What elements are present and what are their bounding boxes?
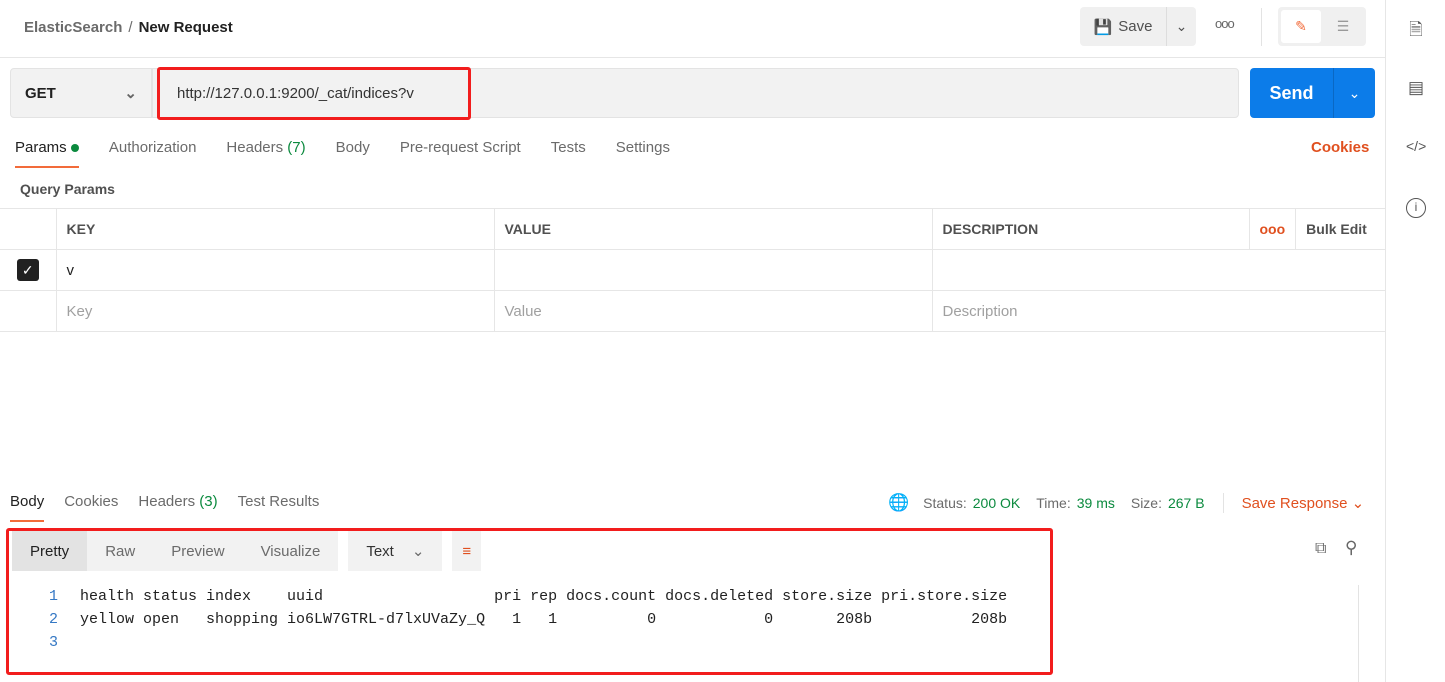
more-options-icon[interactable]: ooo — [1215, 16, 1235, 31]
breadcrumb-current[interactable]: New Request — [139, 19, 233, 36]
more-icon[interactable]: ooo — [1248, 208, 1297, 250]
column-value: VALUE — [493, 208, 933, 250]
table-row-empty: Key Value Description — [0, 290, 1385, 332]
param-description[interactable] — [931, 249, 1385, 291]
column-key: KEY — [55, 208, 495, 250]
comment-icon[interactable]: ☰ — [1323, 18, 1363, 35]
code-icon[interactable]: </> — [1406, 138, 1426, 158]
query-params-title: Query Params — [20, 181, 115, 197]
param-key[interactable]: v — [55, 249, 495, 291]
table-row: ✓ v — [0, 249, 1385, 291]
new-key-input[interactable]: Key — [55, 290, 495, 332]
tab-pre-request-script[interactable]: Pre-request Script — [400, 139, 521, 156]
response-tabs: Body Cookies Headers (3) Test Results — [10, 493, 320, 522]
header: ElasticSearch / New Request 💾 Save ⌄ ooo ✎ … — [0, 0, 1385, 58]
bulk-edit-link[interactable]: Bulk Edit — [1295, 208, 1385, 250]
cookies-link[interactable]: Cookies — [1311, 139, 1369, 156]
breadcrumb: ElasticSearch / New Request — [24, 19, 233, 36]
tab-tests[interactable]: Tests — [551, 139, 586, 156]
search-icon[interactable]: ⚲ — [1345, 538, 1357, 558]
tab-headers[interactable]: Headers (7) — [226, 139, 305, 156]
comments-icon[interactable]: ▤ — [1406, 78, 1426, 98]
chevron-down-icon: ⌄ — [124, 85, 137, 102]
params-active-dot — [70, 144, 79, 152]
save-button[interactable]: 💾 Save — [1080, 7, 1166, 46]
copy-icon[interactable]: ⧉ — [1315, 540, 1326, 558]
save-dropdown[interactable]: ⌄ — [1166, 7, 1196, 46]
method-value: GET — [25, 84, 56, 102]
chevron-down-icon: ⌄ — [1175, 18, 1188, 34]
param-value[interactable] — [493, 249, 933, 291]
response-tab-cookies[interactable]: Cookies — [64, 493, 118, 510]
save-response-button[interactable]: Save Response ⌄ — [1242, 494, 1365, 512]
globe-icon[interactable]: 🌐 — [888, 493, 909, 513]
tab-body[interactable]: Body — [336, 139, 370, 156]
table-header: KEY VALUE DESCRIPTION ooo Bulk Edit — [0, 208, 1385, 250]
tab-params[interactable]: Params — [15, 139, 79, 168]
url-highlight — [157, 67, 471, 120]
time-value: 39 ms — [1076, 495, 1115, 511]
tab-authorization[interactable]: Authorization — [109, 139, 197, 156]
save-label: Save — [1118, 18, 1153, 35]
breadcrumb-parent[interactable]: ElasticSearch — [24, 19, 122, 36]
response-highlight — [6, 528, 1053, 675]
tab-settings[interactable]: Settings — [616, 139, 670, 156]
edit-icon[interactable]: ✎ — [1281, 10, 1321, 43]
method-select[interactable]: GET ⌄ — [10, 68, 152, 118]
column-description: DESCRIPTION — [931, 208, 1250, 250]
response-meta: 🌐 Status: 200 OK Time: 39 ms Size: 267 B Sa… — [888, 493, 1365, 513]
size-value: 267 B — [1167, 495, 1205, 511]
request-tabs: Params Authorization Headers (7) Body Pr… — [15, 139, 670, 168]
status-value: 200 OK — [972, 495, 1021, 511]
send-dropdown-icon[interactable]: ⌄ — [1334, 68, 1375, 118]
query-params-table: KEY VALUE DESCRIPTION ooo Bulk Edit ✓ v … — [0, 208, 1385, 332]
save-icon: 💾 — [1093, 18, 1113, 36]
send-label: Send — [1250, 68, 1334, 118]
response-tab-body[interactable]: Body — [10, 493, 45, 522]
response-tab-test-results[interactable]: Test Results — [238, 493, 320, 510]
info-icon[interactable]: i — [1406, 198, 1426, 218]
scrollbar[interactable] — [1358, 585, 1359, 682]
send-button[interactable]: Send ⌄ — [1250, 68, 1375, 118]
document-icon[interactable]: 🗎 — [1406, 17, 1426, 39]
new-value-input[interactable]: Value — [493, 290, 933, 332]
response-tab-headers[interactable]: Headers (3) — [138, 493, 217, 510]
row-checkbox[interactable]: ✓ — [16, 259, 39, 281]
right-sidebar: 🗎 ▤ </> i — [1385, 0, 1445, 682]
new-description-input[interactable]: Description — [931, 290, 1385, 332]
